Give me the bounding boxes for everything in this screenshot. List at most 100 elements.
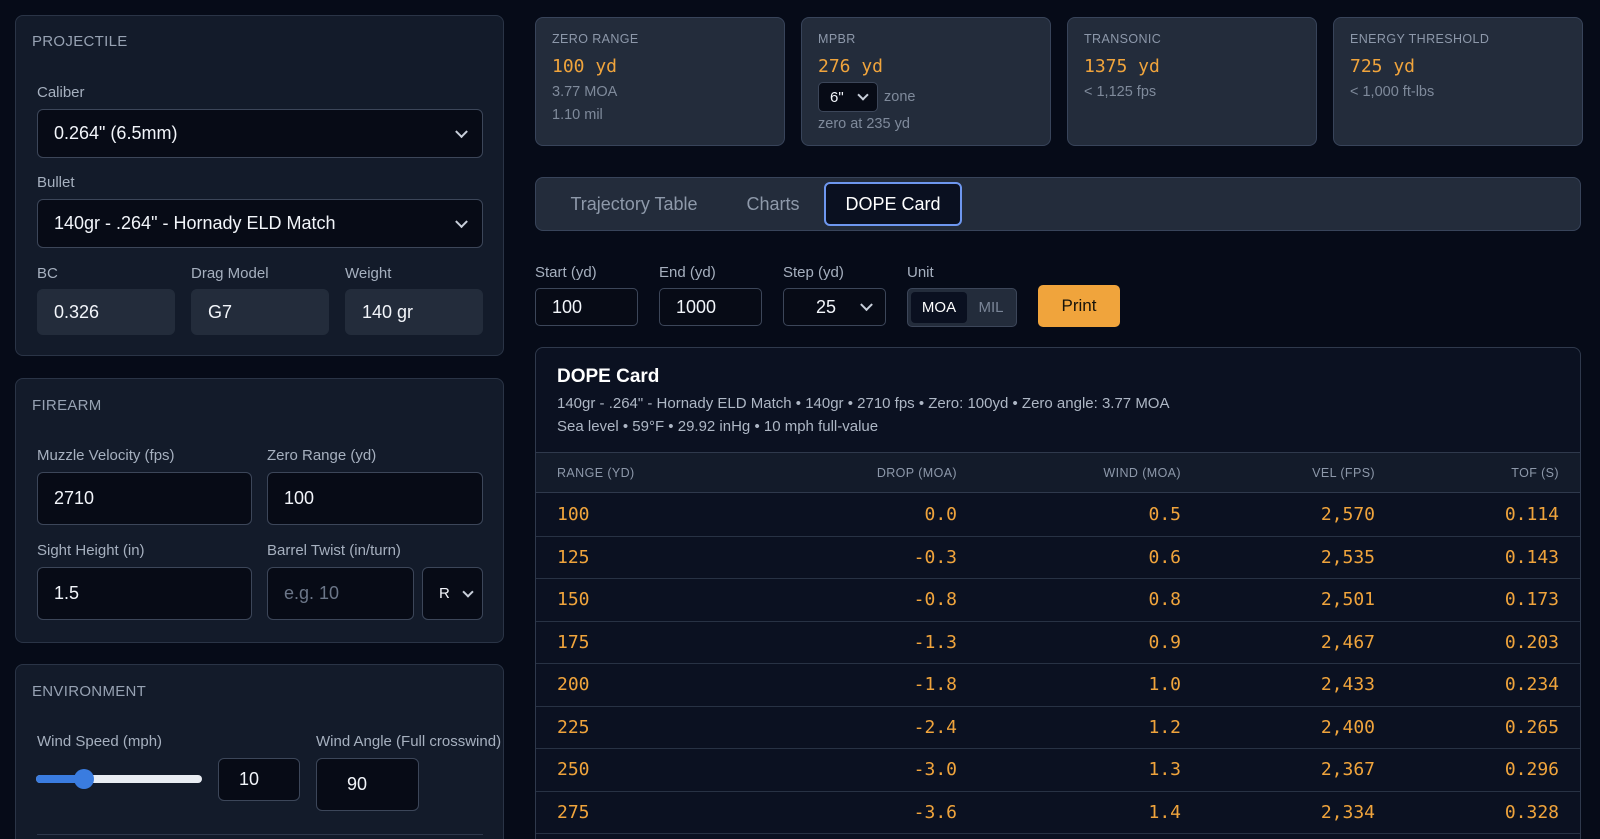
muzzle-velocity-label: Muzzle Velocity (fps)	[37, 447, 175, 464]
transonic-card-value: 1375 yd	[1084, 56, 1160, 77]
sight-height-label: Sight Height (in)	[37, 542, 145, 559]
wind-angle-label: Wind Angle (Full crosswind)	[316, 733, 502, 750]
cell-range: 150	[557, 589, 590, 610]
zero-range-card-moa: 3.77 MOA	[552, 84, 618, 100]
wind-speed-input[interactable]: 10	[218, 758, 300, 801]
transonic-card: TRANSONIC 1375 yd < 1,125 fps	[1067, 17, 1317, 146]
column-header-wind: WIND (MOA)	[1103, 466, 1181, 480]
mpbr-zone-select[interactable]: 6"	[818, 82, 878, 112]
bc-field: 0.326	[37, 289, 175, 335]
cell-drop: -2.4	[913, 716, 957, 738]
wind-angle-input[interactable]: 90	[316, 758, 419, 811]
cell-tof: 0.328	[1504, 801, 1559, 823]
start-input[interactable]: 100	[535, 288, 638, 326]
energy-threshold-card-value: 725 yd	[1350, 56, 1416, 77]
cell-range: 275	[557, 801, 590, 823]
table-row: 250 -3.0 1.3 2,367 0.296	[536, 749, 1580, 792]
tab-charts[interactable]: Charts	[728, 182, 818, 226]
mpbr-card-title: MPBR	[818, 32, 856, 46]
caliber-select-value: 0.264" (6.5mm)	[54, 123, 178, 143]
cell-wind: 0.9	[1148, 631, 1181, 653]
wind-speed-slider-thumb[interactable]	[74, 769, 95, 789]
caliber-label: Caliber	[37, 84, 85, 101]
firearm-panel: FIREARM Muzzle Velocity (fps) 2710 Zero …	[15, 378, 504, 643]
energy-threshold-card-sub: < 1,000 ft-lbs	[1350, 84, 1435, 100]
cell-velocity: 2,467	[1320, 631, 1375, 653]
table-row: 200 -1.8 1.0 2,433 0.234	[536, 664, 1580, 707]
bullet-select-value: 140gr - .264" - Hornady ELD Match	[54, 213, 336, 233]
chevron-down-icon	[857, 89, 869, 101]
cell-drop: -1.3	[913, 631, 957, 653]
tab-dope-card[interactable]: DOPE Card	[824, 182, 962, 226]
zero-range-card: ZERO RANGE 100 yd 3.77 MOA 1.10 mil	[535, 17, 785, 146]
cell-wind: 1.3	[1148, 759, 1181, 780]
unit-label: Unit	[907, 264, 934, 281]
zero-range-input[interactable]: 100	[267, 472, 483, 525]
end-input[interactable]: 1000	[659, 288, 762, 326]
step-label: Step (yd)	[783, 264, 844, 281]
table-row: 100 0.0 0.5 2,570 0.114	[536, 494, 1580, 537]
cell-velocity: 2,334	[1320, 801, 1375, 823]
muzzle-velocity-input[interactable]: 2710	[37, 472, 252, 525]
mpbr-zone-select-value: 6"	[830, 88, 844, 106]
zero-range-card-mil: 1.10 mil	[552, 107, 603, 123]
cell-range: 175	[557, 631, 590, 653]
cell-range: 100	[557, 504, 590, 525]
print-button[interactable]: Print	[1038, 285, 1120, 327]
table-row: 125 -0.3 0.6 2,535 0.143	[536, 537, 1580, 579]
unit-toggle: MOA MIL	[907, 288, 1017, 327]
cell-velocity: 2,367	[1320, 759, 1375, 780]
column-header-velocity: VEL (FPS)	[1312, 466, 1375, 480]
cell-drop: -0.8	[913, 589, 957, 610]
environment-divider	[37, 834, 483, 835]
cell-wind: 1.0	[1148, 674, 1181, 695]
cell-wind: 0.5	[1148, 504, 1181, 525]
cell-drop: -0.3	[913, 546, 957, 568]
cell-velocity: 2,535	[1320, 546, 1375, 568]
cell-wind: 0.8	[1148, 589, 1181, 610]
dope-card-conditions: Sea level • 59°F • 29.92 inHg • 10 mph f…	[557, 418, 879, 435]
barrel-twist-input[interactable]: e.g. 10	[267, 567, 414, 620]
cell-wind: 0.6	[1148, 546, 1181, 568]
dope-card: DOPE Card 140gr - .264" - Hornady ELD Ma…	[535, 347, 1581, 839]
caliber-select[interactable]: 0.264" (6.5mm)	[37, 109, 483, 158]
bullet-select[interactable]: 140gr - .264" - Hornady ELD Match	[37, 199, 483, 248]
cell-drop: -1.8	[913, 674, 957, 695]
mpbr-zone-label: zone	[884, 89, 916, 105]
cell-range: 250	[557, 759, 590, 780]
cell-tof: 0.296	[1504, 759, 1559, 780]
cell-tof: 0.203	[1504, 631, 1559, 653]
table-row: 275 -3.6 1.4 2,334 0.328	[536, 792, 1580, 834]
tab-trajectory-table[interactable]: Trajectory Table	[545, 182, 723, 226]
cell-wind: 1.2	[1148, 716, 1181, 738]
step-select[interactable]: 25	[783, 288, 886, 326]
step-select-value: 25	[816, 296, 837, 317]
dope-card-load-info: 140gr - .264" - Hornady ELD Match • 140g…	[557, 395, 1170, 412]
table-row: 175 -1.3 0.9 2,467 0.203	[536, 622, 1580, 664]
drag-model-field: G7	[191, 289, 329, 335]
weight-label: Weight	[345, 265, 392, 282]
cell-wind: 1.4	[1148, 801, 1181, 823]
barrel-twist-placeholder: e.g. 10	[284, 583, 340, 603]
cell-range: 125	[557, 546, 590, 568]
zero-range-label: Zero Range (yd)	[267, 447, 377, 464]
unit-option-mil[interactable]: MIL	[968, 292, 1014, 323]
twist-direction-select[interactable]: R	[422, 567, 483, 620]
wind-speed-slider[interactable]	[36, 769, 202, 789]
mpbr-card-value: 276 yd	[818, 56, 884, 77]
cell-range: 225	[557, 716, 590, 738]
table-row: 225 -2.4 1.2 2,400 0.265	[536, 707, 1580, 749]
cell-velocity: 2,400	[1320, 716, 1375, 738]
sight-height-input[interactable]: 1.5	[37, 567, 252, 620]
zero-range-card-title: ZERO RANGE	[552, 32, 639, 46]
unit-option-moa[interactable]: MOA	[911, 292, 967, 323]
dope-card-title: DOPE Card	[557, 366, 660, 387]
mpbr-card: MPBR 276 yd 6" zone zero at 235 yd	[801, 17, 1051, 146]
firearm-panel-title: FIREARM	[32, 397, 102, 414]
energy-threshold-card-title: ENERGY THRESHOLD	[1350, 32, 1490, 46]
zero-range-card-value: 100 yd	[552, 56, 618, 77]
weight-field: 140 gr	[345, 289, 483, 335]
wind-speed-label: Wind Speed (mph)	[37, 733, 163, 750]
table-row: 150 -0.8 0.8 2,501 0.173	[536, 579, 1580, 622]
transonic-card-sub: < 1,125 fps	[1084, 84, 1157, 100]
